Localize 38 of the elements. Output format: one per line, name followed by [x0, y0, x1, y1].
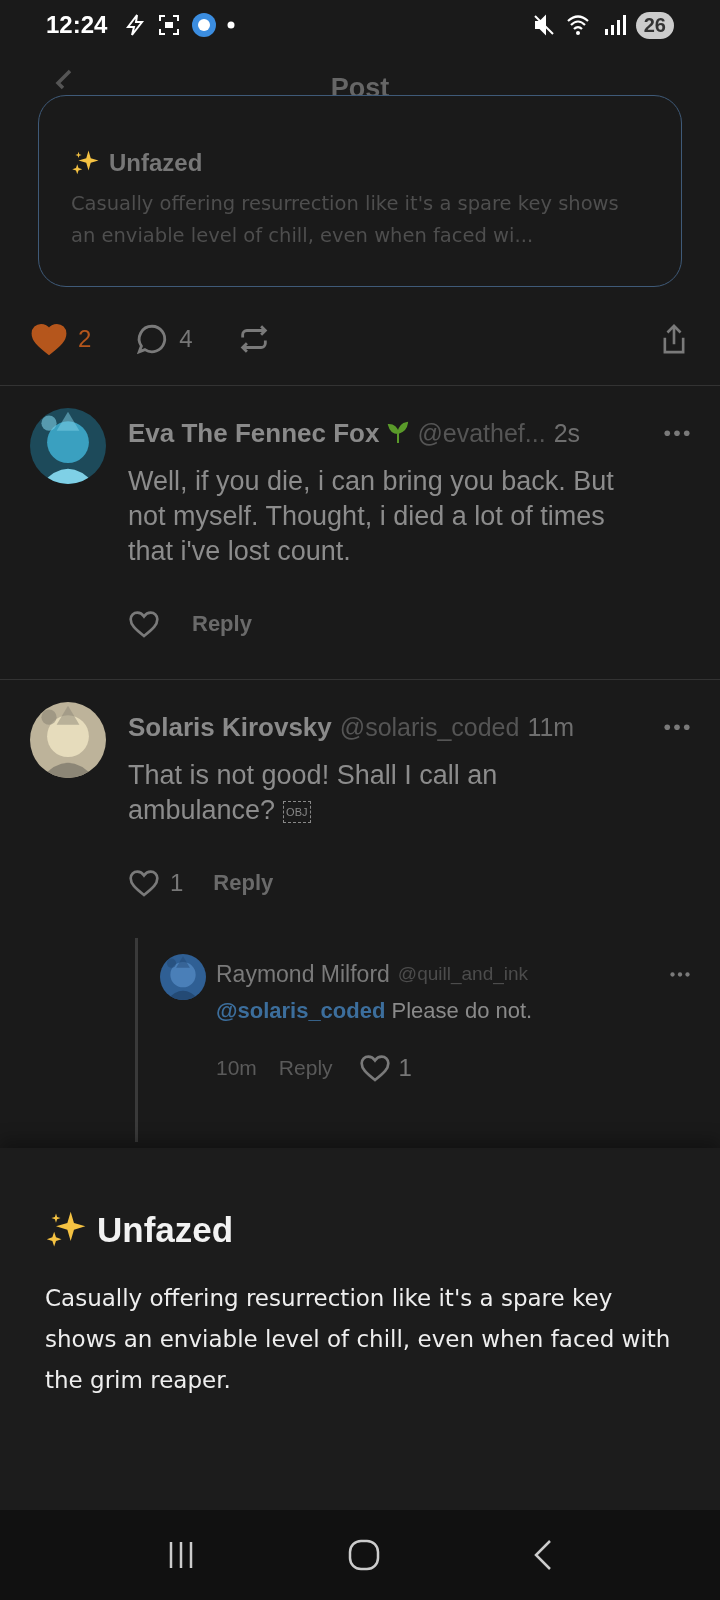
- more-icon[interactable]: [664, 429, 690, 437]
- author-name[interactable]: Solaris Kirovsky: [128, 711, 332, 743]
- author-name[interactable]: Eva The Fennec Fox: [128, 417, 380, 449]
- user-handle[interactable]: @evathef...: [417, 418, 546, 448]
- screenshot-icon: [157, 13, 182, 37]
- heart-icon[interactable]: [358, 1052, 391, 1084]
- battery-level: 26: [635, 11, 674, 39]
- dot-icon: [227, 21, 236, 29]
- comment-text: Well, if you die, i can bring you back. But not myself. Thought, i died a lot of times that i've lost count.: [128, 465, 615, 568]
- clock: 12:24: [46, 11, 108, 39]
- mute-icon: [531, 13, 556, 37]
- comment-text: That is not good! Shall I call an ambulance? OBJ: [128, 759, 499, 827]
- timestamp: 11m: [527, 712, 575, 742]
- heart-icon[interactable]: [128, 608, 160, 640]
- timestamp: 2s: [553, 418, 581, 448]
- reply-button[interactable]: Reply: [213, 870, 274, 896]
- mention-link[interactable]: @solaris_coded: [216, 998, 386, 1023]
- like-count: 1: [398, 1054, 412, 1082]
- more-icon[interactable]: [664, 723, 690, 731]
- sheet-text: Casually offering resurrection like it's a spare key shows an enviable level of chill, even when faced with the grim reaper.: [45, 1284, 672, 1395]
- like-count: 2: [78, 325, 92, 353]
- heart-icon[interactable]: [128, 867, 160, 899]
- signal-icon: [603, 14, 626, 36]
- more-icon[interactable]: [670, 971, 690, 977]
- comment-count: 4: [179, 325, 193, 353]
- card-title: Unfazed: [109, 149, 203, 177]
- author-name[interactable]: Raymond Milford: [216, 960, 390, 988]
- timestamp: 10m: [216, 1056, 257, 1080]
- object-glyph: OBJ: [283, 800, 311, 823]
- like-count: 1: [170, 869, 184, 897]
- sheet-title: Unfazed: [97, 1210, 234, 1250]
- reply-button[interactable]: Reply: [192, 611, 252, 637]
- app-icon: [191, 12, 218, 38]
- reply-text: @solaris_coded Please do not.: [216, 998, 534, 1024]
- back-icon[interactable]: [532, 1539, 554, 1571]
- home-icon[interactable]: [348, 1539, 380, 1571]
- user-handle[interactable]: @solaris_coded: [339, 712, 520, 742]
- reply-button[interactable]: Reply: [278, 1056, 333, 1080]
